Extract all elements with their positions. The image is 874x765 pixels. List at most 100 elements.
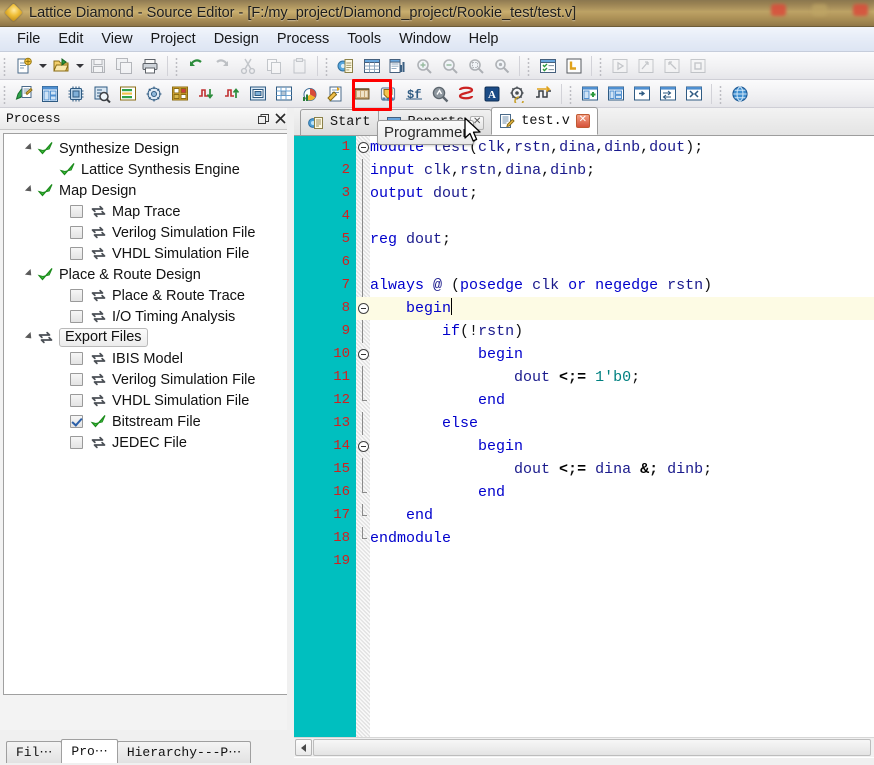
menu-tools[interactable]: Tools bbox=[338, 29, 390, 49]
scroll-left-icon[interactable] bbox=[295, 739, 312, 756]
code-line-7[interactable]: 7 always @ (posedge clk or negedge rstn) bbox=[294, 274, 874, 297]
process-checkbox[interactable] bbox=[70, 310, 83, 323]
zoom-fit-icon[interactable] bbox=[464, 54, 488, 78]
timing-waveform-icon[interactable] bbox=[532, 82, 556, 106]
dock-window-icon[interactable] bbox=[656, 82, 680, 106]
process-tree-row-verilog-simulation-file-4[interactable]: Verilog Simulation File bbox=[4, 222, 289, 243]
run-step-icon[interactable] bbox=[634, 54, 658, 78]
close-button[interactable] bbox=[853, 4, 868, 16]
float-icon[interactable] bbox=[256, 111, 272, 127]
dock-tab-files[interactable]: Fil⋯ bbox=[6, 741, 63, 763]
code-line-6[interactable]: 6 bbox=[294, 251, 874, 274]
timing-down-icon[interactable] bbox=[194, 82, 218, 106]
menu-process[interactable]: Process bbox=[268, 29, 338, 49]
new-window-icon[interactable] bbox=[578, 82, 602, 106]
fold-marker[interactable] bbox=[356, 504, 370, 527]
process-checkbox[interactable] bbox=[70, 436, 83, 449]
dock-tab-process[interactable]: Pro⋯ bbox=[61, 739, 118, 763]
process-tree-row-vhdl-simulation-file-12[interactable]: VHDL Simulation File bbox=[4, 390, 289, 411]
process-tree-row-jedec-file-14[interactable]: JEDEC File bbox=[4, 432, 289, 453]
menu-edit[interactable]: Edit bbox=[49, 29, 92, 49]
editor-horizontal-scrollbar[interactable] bbox=[294, 737, 874, 757]
code-line-14[interactable]: 14 begin bbox=[294, 435, 874, 458]
code-line-17[interactable]: 17 end bbox=[294, 504, 874, 527]
fold-marker[interactable] bbox=[356, 228, 370, 251]
tab-test-v-close-icon[interactable]: ✕ bbox=[575, 114, 590, 128]
code-line-4[interactable]: 4 bbox=[294, 205, 874, 228]
toolbar-grip[interactable] bbox=[324, 55, 331, 76]
expand-collapse-icon[interactable] bbox=[22, 327, 36, 348]
device-view-icon[interactable] bbox=[64, 82, 88, 106]
menu-help[interactable]: Help bbox=[460, 29, 508, 49]
synplify-icon[interactable]: A bbox=[480, 82, 504, 106]
menu-window[interactable]: Window bbox=[390, 29, 460, 49]
print-icon[interactable] bbox=[138, 54, 162, 78]
code-line-5[interactable]: 5 reg dout; bbox=[294, 228, 874, 251]
code-line-9[interactable]: 9 if(!rstn) bbox=[294, 320, 874, 343]
power-calculator-icon[interactable] bbox=[298, 82, 322, 106]
fold-marker[interactable] bbox=[356, 366, 370, 389]
source-editor-icon[interactable] bbox=[12, 82, 36, 106]
lattice-l-icon[interactable] bbox=[562, 54, 586, 78]
toolbar-grip[interactable] bbox=[174, 55, 181, 76]
stop-icon[interactable] bbox=[686, 54, 710, 78]
code-line-16[interactable]: 16 end bbox=[294, 481, 874, 504]
process-tree-row-vhdl-simulation-file-5[interactable]: VHDL Simulation File bbox=[4, 243, 289, 264]
ecо-editor-icon[interactable] bbox=[324, 82, 348, 106]
process-tree-row-map-trace-3[interactable]: Map Trace bbox=[4, 201, 289, 222]
undo-icon[interactable] bbox=[184, 54, 208, 78]
process-tree-row-place-route-trace-7[interactable]: Place & Route Trace bbox=[4, 285, 289, 306]
process-checkbox[interactable] bbox=[70, 289, 83, 302]
menu-design[interactable]: Design bbox=[205, 29, 268, 49]
code-line-18[interactable]: 18 endmodule bbox=[294, 527, 874, 550]
fold-marker[interactable] bbox=[356, 159, 370, 182]
toolbar-grip[interactable] bbox=[568, 83, 575, 104]
window-controls[interactable] bbox=[771, 4, 868, 16]
report-icon[interactable] bbox=[334, 54, 358, 78]
process-tree-row-export-files-9[interactable]: Export Files bbox=[4, 327, 289, 348]
process-tree-row-ibis-model-10[interactable]: IBIS Model bbox=[4, 348, 289, 369]
routing-view-icon[interactable] bbox=[272, 82, 296, 106]
code-line-11[interactable]: 11 dout <;= 1'b0; bbox=[294, 366, 874, 389]
tab-test-v[interactable]: test.v ✕ bbox=[491, 107, 598, 135]
menu-project[interactable]: Project bbox=[142, 29, 205, 49]
toolbar-grip[interactable] bbox=[526, 55, 533, 76]
paste-icon[interactable] bbox=[288, 54, 312, 78]
tab-start[interactable]: Start bbox=[300, 109, 379, 135]
process-tree-row-synthesize-design-0[interactable]: Synthesize Design bbox=[4, 138, 289, 159]
process-checkbox[interactable] bbox=[70, 205, 83, 218]
float-window-icon[interactable] bbox=[630, 82, 654, 106]
spreadsheet-icon[interactable] bbox=[360, 54, 384, 78]
rerun-icon[interactable] bbox=[660, 54, 684, 78]
process-checkbox[interactable] bbox=[70, 352, 83, 365]
memory-icon[interactable] bbox=[350, 82, 374, 106]
fold-marker[interactable] bbox=[356, 343, 370, 366]
expand-collapse-icon[interactable] bbox=[22, 138, 36, 159]
process-tree-row-place-route-design-6[interactable]: Place & Route Design bbox=[4, 264, 289, 285]
process-tree-row-bitstream-file-13[interactable]: Bitstream File bbox=[4, 411, 289, 432]
fold-marker[interactable] bbox=[356, 320, 370, 343]
fold-marker[interactable] bbox=[356, 458, 370, 481]
code-line-15[interactable]: 15 dout <;= dina &; dinb; bbox=[294, 458, 874, 481]
tile-window-icon[interactable] bbox=[604, 82, 628, 106]
process-checkbox[interactable] bbox=[70, 226, 83, 239]
expand-collapse-icon[interactable] bbox=[22, 180, 36, 201]
open-file-icon[interactable] bbox=[49, 54, 73, 78]
fold-marker[interactable] bbox=[356, 389, 370, 412]
menu-view[interactable]: View bbox=[92, 29, 141, 49]
expand-collapse-icon[interactable] bbox=[22, 264, 36, 285]
simulation-wizard-icon[interactable]: $f bbox=[402, 82, 426, 106]
process-checkbox[interactable] bbox=[70, 373, 83, 386]
physical-view-icon[interactable] bbox=[246, 82, 270, 106]
zoom-out-icon[interactable] bbox=[438, 54, 462, 78]
fold-marker[interactable] bbox=[356, 527, 370, 550]
process-tree-row-map-design-2[interactable]: Map Design bbox=[4, 180, 289, 201]
zoom-in-icon[interactable] bbox=[412, 54, 436, 78]
find-in-files-icon[interactable] bbox=[386, 54, 410, 78]
process-checkbox[interactable] bbox=[70, 394, 83, 407]
code-area[interactable]: 1 module test(clk,rstn,dina,dinb,dout); 2 i… bbox=[294, 136, 874, 737]
copy-icon[interactable] bbox=[262, 54, 286, 78]
web-help-icon[interactable] bbox=[728, 82, 752, 106]
programmer-icon[interactable] bbox=[376, 82, 400, 106]
fold-marker[interactable] bbox=[356, 182, 370, 205]
